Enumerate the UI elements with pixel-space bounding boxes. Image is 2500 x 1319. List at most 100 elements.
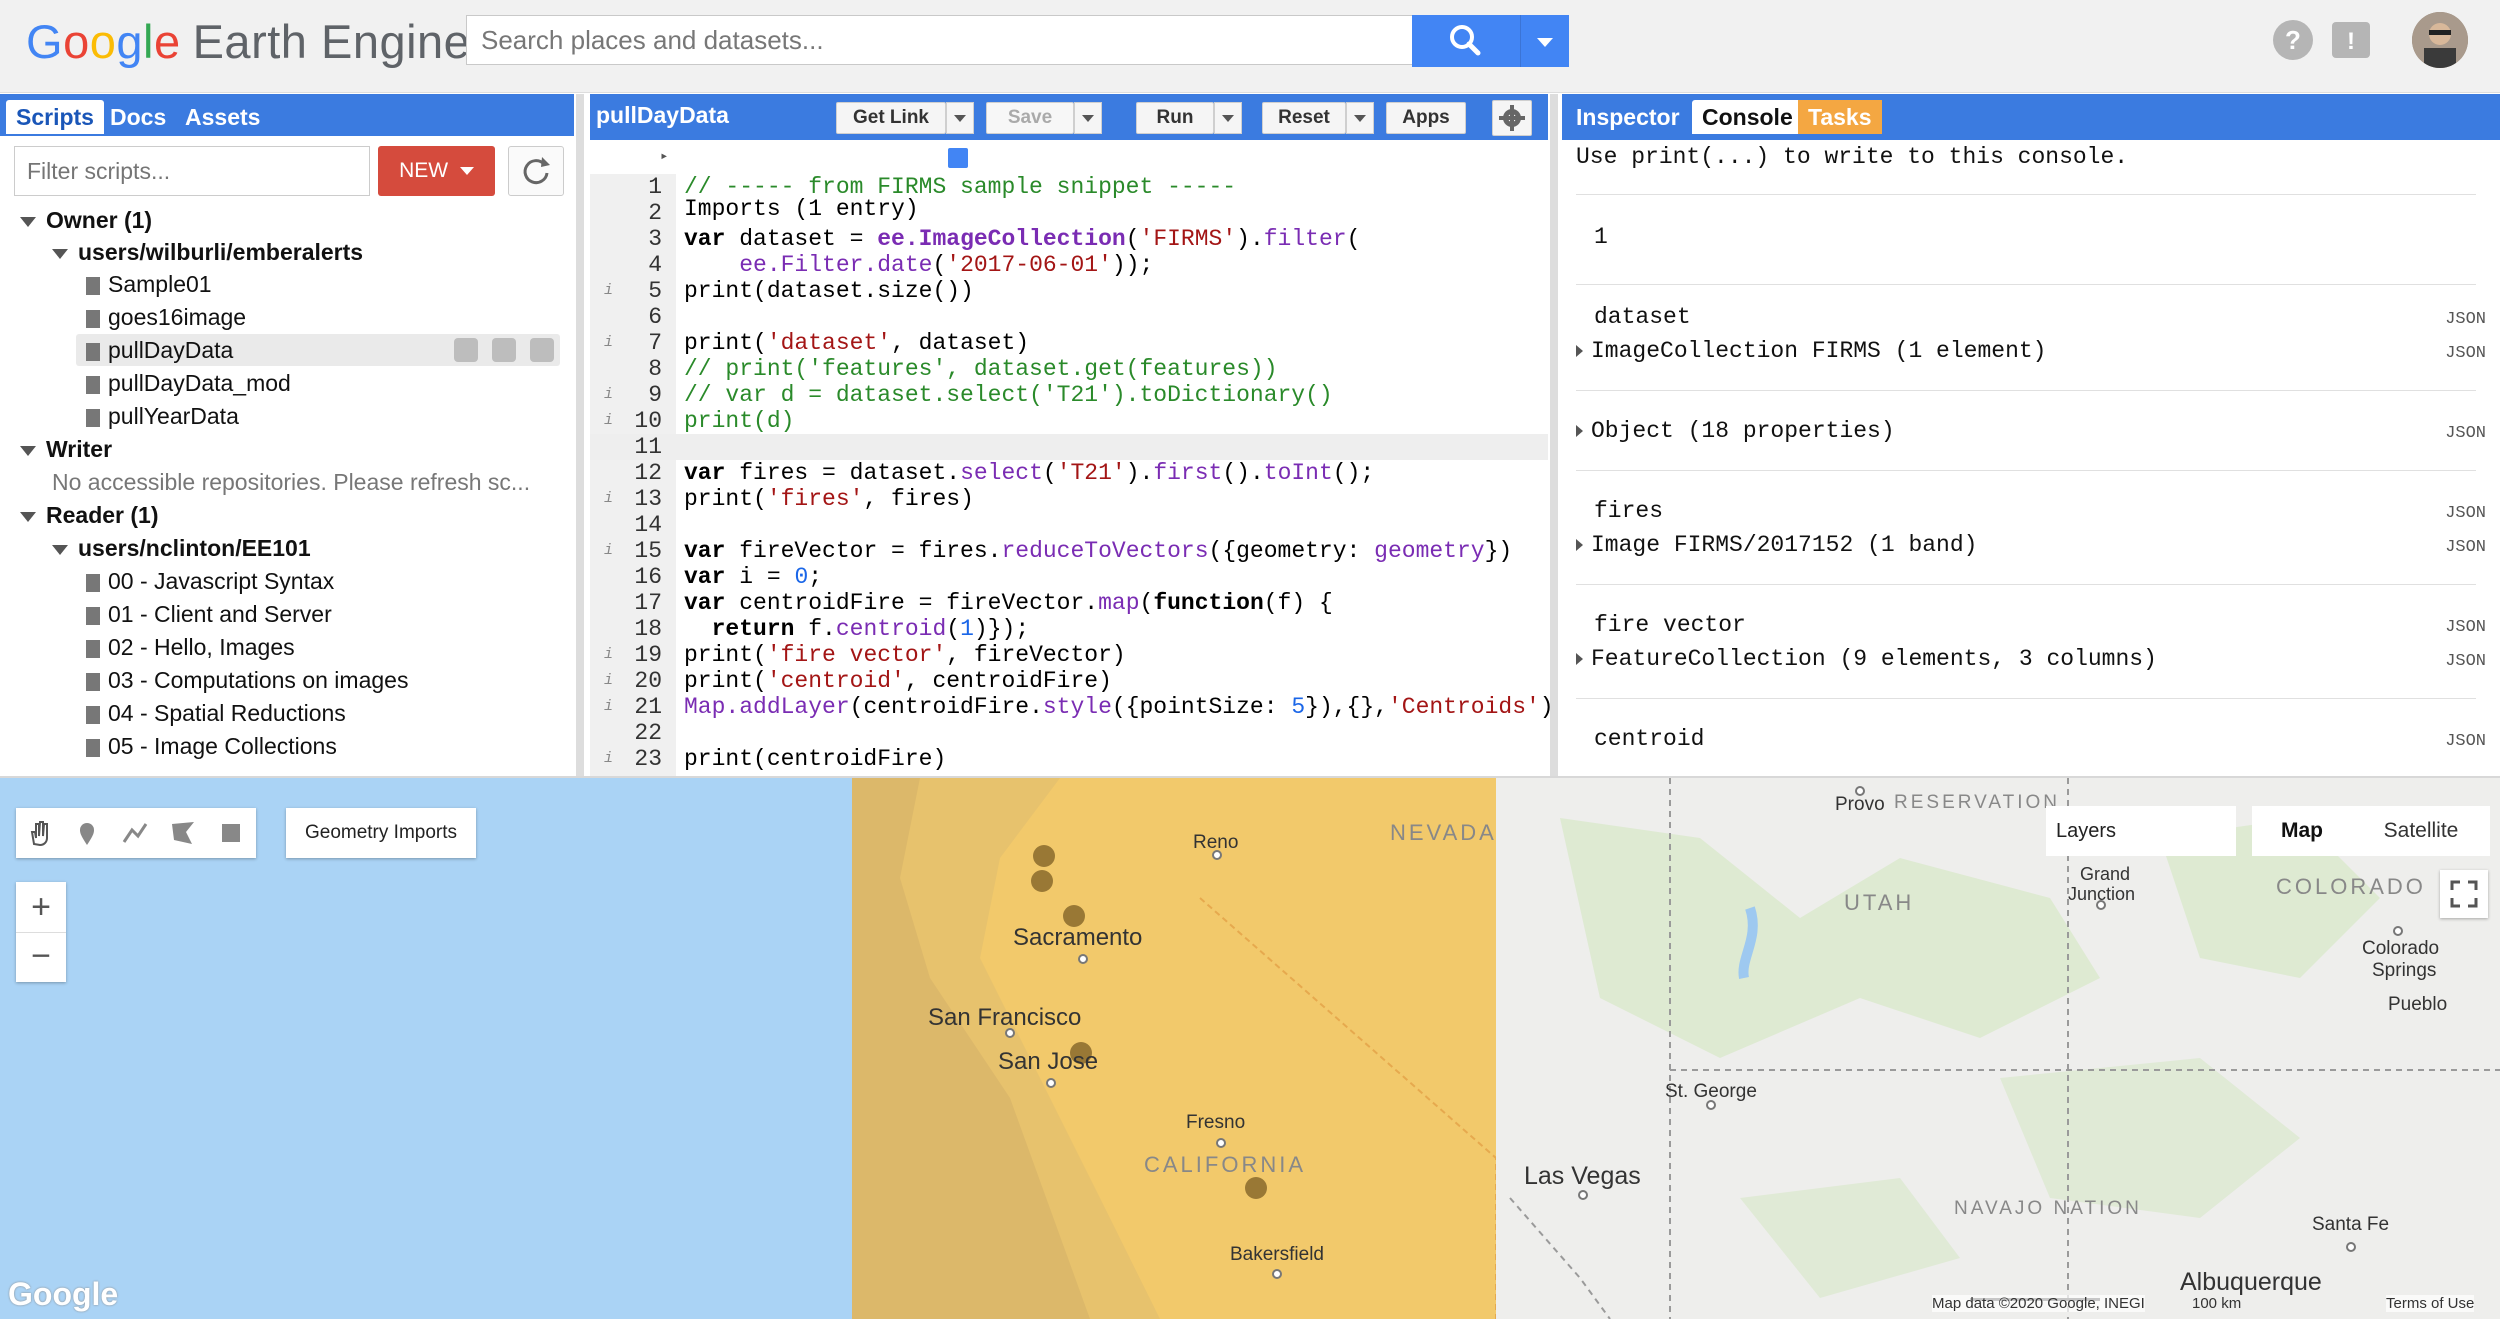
json-link[interactable]: JSON <box>2445 618 2486 637</box>
code-line[interactable]: 17 var centroidFire = fireVector.map(func… <box>590 590 1548 616</box>
tree-reader[interactable]: Reader (1) <box>20 499 159 531</box>
code-line[interactable]: 13 i print('fires', fires) <box>590 486 1548 512</box>
script-item[interactable]: 00 - Javascript Syntax <box>86 565 334 597</box>
imports-doc-icon[interactable] <box>948 148 968 168</box>
info-icon[interactable]: i <box>604 278 613 304</box>
apps-button[interactable]: Apps <box>1386 102 1466 134</box>
json-link[interactable]: JSON <box>2445 538 2486 557</box>
run-dropdown[interactable] <box>1214 102 1242 134</box>
search-options-dropdown[interactable] <box>1520 15 1569 67</box>
script-item[interactable]: 05 - Image Collections <box>86 730 337 762</box>
json-link[interactable]: JSON <box>2445 424 2486 443</box>
save-button[interactable]: Save <box>986 102 1074 134</box>
info-icon[interactable]: i <box>604 668 613 694</box>
zoom-out-button[interactable]: − <box>16 932 66 982</box>
console-output-expandable[interactable]: Object (18 properties) <box>1576 418 1895 444</box>
code-line[interactable]: 1 // ----- from FIRMS sample snippet ----… <box>590 174 1548 200</box>
geometry-imports-button[interactable]: Geometry Imports <box>286 808 476 858</box>
code-line[interactable]: 19 i print('fire vector', fireVector) <box>590 642 1548 668</box>
reset-dropdown[interactable] <box>1346 102 1374 134</box>
console-output-expandable[interactable]: Image FIRMS/2017152 (1 band) <box>1576 532 1977 558</box>
save-dropdown[interactable] <box>1074 102 1102 134</box>
fullscreen-button[interactable] <box>2440 870 2488 918</box>
code-line[interactable]: 18 return f.centroid(1)}); <box>590 616 1548 642</box>
search-input[interactable] <box>467 16 1383 64</box>
code-line[interactable]: 14 <box>590 512 1548 538</box>
tab-docs[interactable]: Docs <box>100 100 176 134</box>
code-line[interactable]: 10 i print(d) <box>590 408 1548 434</box>
json-link[interactable]: JSON <box>2445 652 2486 671</box>
new-script-button[interactable]: NEW <box>378 146 495 196</box>
history-icon[interactable] <box>454 338 478 362</box>
code-line[interactable]: 12 var fires = dataset.select('T21').firs… <box>590 460 1548 486</box>
code-line[interactable]: 20 i print('centroid', centroidFire) <box>590 668 1548 694</box>
json-link[interactable]: JSON <box>2445 504 2486 523</box>
terms-of-use-link[interactable]: Terms of Use <box>2386 1295 2475 1312</box>
script-item[interactable]: pullDayData_mod <box>86 367 291 399</box>
console-output-expandable[interactable]: FeatureCollection (9 elements, 3 columns… <box>1576 646 2157 672</box>
script-item[interactable]: pullYearData <box>86 400 239 432</box>
code-line[interactable]: 11 <box>590 434 1548 460</box>
map-type-button[interactable]: Map <box>2252 806 2352 856</box>
script-item[interactable]: 02 - Hello, Images <box>86 631 295 663</box>
zoom-in-button[interactable]: + <box>16 882 66 932</box>
code-line[interactable]: 2 <box>590 200 1548 226</box>
earth-engine-logo[interactable]: Google Earth Engine <box>26 14 470 69</box>
pan-hand-icon[interactable] <box>24 818 54 848</box>
code-line[interactable]: 7 i print('dataset', dataset) <box>590 330 1548 356</box>
script-item-selected[interactable]: pullDayData <box>86 334 233 366</box>
satellite-button[interactable]: Satellite <box>2352 806 2490 856</box>
code-line[interactable]: 8 // print('features', dataset.get(featur… <box>590 356 1548 382</box>
tab-scripts[interactable]: Scripts <box>6 100 104 134</box>
script-item[interactable]: Sample01 <box>86 268 212 300</box>
json-link[interactable]: JSON <box>2445 344 2486 363</box>
rectangle-icon[interactable] <box>216 818 246 848</box>
script-item[interactable]: goes16image <box>86 301 246 333</box>
console-output-expandable[interactable]: ImageCollection FIRMS (1 element) <box>1576 338 2046 364</box>
code-line[interactable]: 6 <box>590 304 1548 330</box>
tree-writer[interactable]: Writer <box>20 433 112 465</box>
tab-tasks[interactable]: Tasks <box>1798 100 1882 134</box>
fire-centroid-point[interactable] <box>1033 845 1055 867</box>
panel-splitter-right[interactable] <box>1550 94 1558 776</box>
code-line[interactable]: 22 <box>590 720 1548 746</box>
tree-repo-emberalerts[interactable]: users/wilburli/emberalerts <box>52 236 363 268</box>
code-line[interactable]: 3 var dataset = ee.ImageCollection('FIRMS… <box>590 226 1548 252</box>
script-item[interactable]: 04 - Spatial Reductions <box>86 697 346 729</box>
json-link[interactable]: JSON <box>2445 732 2486 751</box>
tree-owner[interactable]: Owner (1) <box>20 204 152 236</box>
edit-icon[interactable] <box>492 338 516 362</box>
layers-button[interactable]: Layers <box>2046 806 2236 856</box>
fire-centroid-point[interactable] <box>1031 870 1053 892</box>
script-item[interactable]: 01 - Client and Server <box>86 598 332 630</box>
tab-assets[interactable]: Assets <box>175 100 270 134</box>
tab-inspector[interactable]: Inspector <box>1566 100 1690 134</box>
script-item[interactable]: 03 - Computations on images <box>86 664 408 696</box>
refresh-button[interactable] <box>508 146 564 196</box>
filter-scripts-input[interactable] <box>15 147 369 195</box>
map-canvas[interactable]: Reno NEVADA Sacramento San Francisco San… <box>0 778 2500 1319</box>
help-icon[interactable]: ? <box>2273 20 2313 60</box>
code-line[interactable]: 5 i print(dataset.size()) <box>590 278 1548 304</box>
user-avatar[interactable] <box>2412 12 2468 68</box>
info-icon[interactable]: i <box>604 538 613 564</box>
code-line[interactable]: 4 ee.Filter.date('2017-06-01')); <box>590 252 1548 278</box>
info-icon[interactable]: i <box>604 408 613 434</box>
code-line[interactable]: 21 i Map.addLayer(centroidFire.style({poin… <box>590 694 1554 720</box>
marker-icon[interactable] <box>72 818 102 848</box>
info-icon[interactable]: i <box>604 746 613 772</box>
polygon-icon[interactable] <box>168 818 198 848</box>
json-link[interactable]: JSON <box>2445 310 2486 329</box>
feedback-icon[interactable]: ! <box>2332 22 2370 58</box>
info-icon[interactable]: i <box>604 642 613 668</box>
settings-button[interactable] <box>1492 100 1532 136</box>
search-button[interactable] <box>1412 15 1520 67</box>
code-line[interactable]: 15 i var fireVector = fires.reduceToVector… <box>590 538 1548 564</box>
fire-centroid-point[interactable] <box>1245 1177 1267 1199</box>
info-icon[interactable]: i <box>604 486 613 512</box>
imports-header[interactable]: ▸ Imports (1 entry) <box>590 144 1548 222</box>
info-icon[interactable]: i <box>604 694 613 720</box>
code-line[interactable]: 9 i // var d = dataset.select('T21').toDic… <box>590 382 1548 408</box>
info-icon[interactable]: i <box>604 382 613 408</box>
tab-console[interactable]: Console <box>1692 100 1803 134</box>
